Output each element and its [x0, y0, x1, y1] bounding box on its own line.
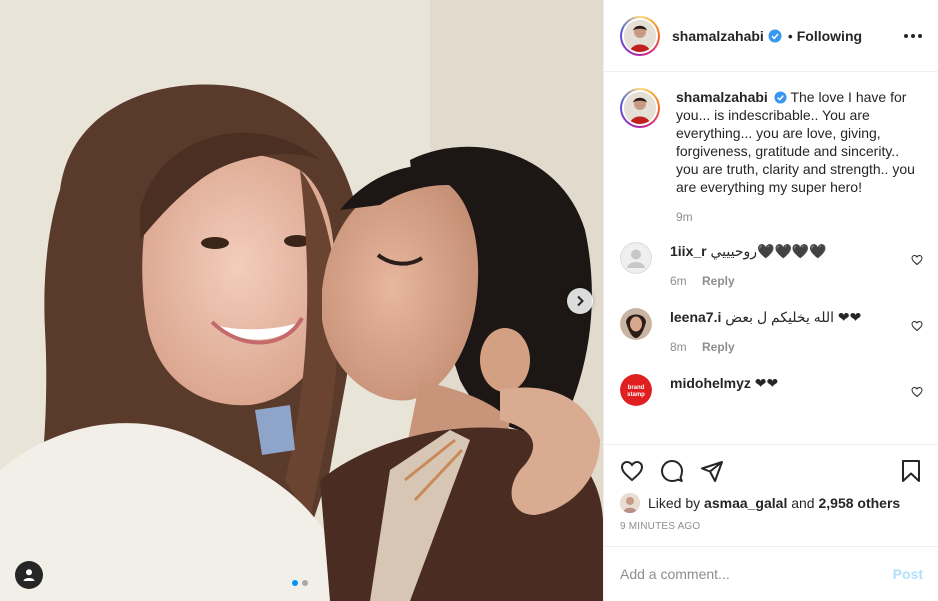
comment-bubble-icon[interactable] — [660, 459, 684, 483]
header-separator: • — [787, 27, 793, 44]
comment-text: روحيييي🖤🖤🖤🖤 — [710, 243, 827, 259]
post-header: shamalzahabi • Following — [604, 0, 938, 72]
likes-summary: Liked by asmaa_galal and 2,958 others — [620, 493, 923, 513]
caption-avatar[interactable] — [620, 88, 660, 128]
tagged-users-button[interactable] — [15, 561, 43, 589]
comment-like-heart-icon[interactable] — [911, 320, 923, 332]
comment-item: brand stamp midohelmyz ❤❤ — [620, 374, 923, 406]
comment-like-heart-icon[interactable] — [911, 386, 923, 398]
comment-text: ❤❤ — [754, 375, 779, 391]
commenter-avatar[interactable] — [620, 242, 652, 274]
comment-text: الله يخليكم ل بعض ❤❤ — [725, 309, 862, 325]
author-username[interactable]: shamalzahabi — [672, 28, 764, 44]
add-comment-input[interactable] — [620, 566, 893, 582]
post-comment-button[interactable]: Post — [893, 566, 923, 582]
reply-button[interactable]: Reply — [702, 274, 735, 288]
comment-item: 1iix_r روحيييي🖤🖤🖤🖤 6m Reply — [620, 242, 923, 290]
heart-icon[interactable] — [620, 459, 644, 483]
user-tag-icon — [23, 569, 35, 581]
comment-item: leena7.i الله يخليكم ل بعض ❤❤ 8m Reply — [620, 308, 923, 356]
carousel-dot — [302, 580, 308, 586]
next-photo-button[interactable] — [567, 288, 593, 314]
commenter-username[interactable]: leena7.i — [670, 309, 721, 325]
bookmark-icon[interactable] — [899, 459, 923, 483]
author-avatar[interactable] — [620, 15, 660, 56]
comment-time[interactable]: 8m — [670, 340, 687, 354]
commenter-username[interactable]: 1iix_r — [670, 243, 707, 259]
likes-prefix: Liked by — [648, 495, 701, 511]
chevron-right-icon — [577, 295, 584, 307]
post-photo[interactable] — [0, 0, 603, 601]
liker-username[interactable]: asmaa_galal — [704, 495, 787, 511]
commenter-username[interactable]: midohelmyz — [670, 375, 751, 391]
more-options-icon[interactable] — [904, 33, 922, 38]
verified-badge-icon — [774, 91, 787, 104]
commenter-avatar[interactable]: brand stamp — [620, 374, 652, 406]
post-actions: Liked by asmaa_galal and 2,958 others 9 … — [604, 444, 938, 532]
caption-time[interactable]: 9m — [676, 210, 693, 224]
carousel-indicator — [292, 580, 308, 586]
add-comment-bar: Post — [604, 546, 938, 601]
author-avatar-image — [624, 19, 656, 52]
likes-joiner: and — [791, 495, 815, 511]
svg-text:brand: brand — [628, 385, 645, 391]
comment-time[interactable]: 6m — [670, 274, 687, 288]
post-timestamp[interactable]: 9 MINUTES AGO — [620, 521, 923, 532]
liker-avatar[interactable] — [620, 493, 640, 513]
likes-count-link[interactable]: 2,958 others — [818, 495, 900, 511]
photo-scene — [0, 0, 603, 601]
post-caption: shamalzahabi The love I have for you... … — [620, 88, 923, 224]
comments-section[interactable]: shamalzahabi The love I have for you... … — [604, 72, 938, 444]
carousel-dot-active — [292, 580, 298, 586]
verified-badge-icon — [768, 29, 782, 42]
svg-text:stamp: stamp — [627, 392, 645, 398]
caption-username[interactable]: shamalzahabi — [676, 89, 768, 105]
following-button[interactable]: Following — [797, 28, 862, 44]
post-detail-panel: shamalzahabi • Following shamalzahabi Th… — [603, 0, 938, 601]
caption-avatar-image — [624, 92, 656, 124]
commenter-avatar[interactable] — [620, 308, 652, 340]
paper-plane-icon[interactable] — [700, 459, 724, 483]
reply-button[interactable]: Reply — [702, 340, 735, 354]
comment-like-heart-icon[interactable] — [911, 254, 923, 266]
